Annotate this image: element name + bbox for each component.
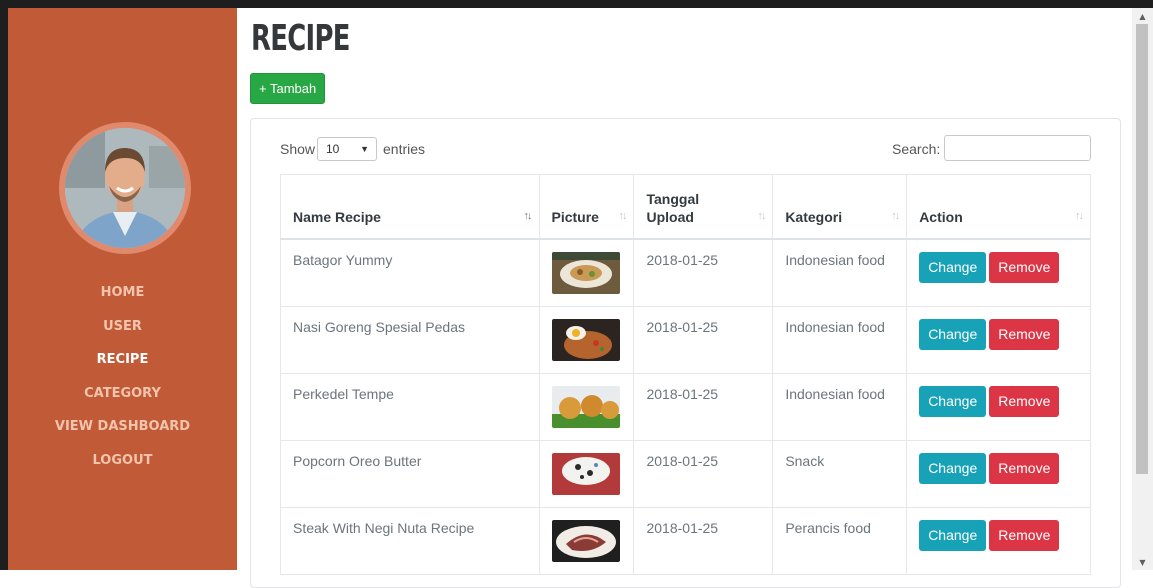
column-header-label: Name Recipe	[293, 208, 381, 225]
sidebar-nav: HOME USER RECIPE CATEGORY VIEW DASHBOARD…	[8, 276, 237, 477]
sidebar: HOME USER RECIPE CATEGORY VIEW DASHBOARD…	[8, 8, 237, 570]
cell-action: Change Remove	[906, 238, 1091, 307]
add-recipe-button[interactable]: + Tambah	[250, 73, 326, 104]
cell-category: Snack	[772, 439, 908, 508]
change-button[interactable]: Change	[919, 452, 987, 484]
avatar	[65, 128, 185, 248]
change-button[interactable]: Change	[919, 385, 987, 417]
cell-picture	[538, 372, 635, 441]
table-row: Nasi Goreng Spesial Pedas 2018-01-25 Ind…	[280, 305, 1091, 374]
column-header-label: Tanggal	[646, 190, 700, 207]
entries-select[interactable]: 10 ▼	[317, 137, 377, 161]
remove-button[interactable]: Remove	[989, 452, 1060, 484]
cell-date: 2018-01-25	[633, 439, 774, 508]
recipe-thumbnail	[551, 385, 620, 428]
page-title: RECIPE	[251, 18, 350, 59]
remove-button[interactable]: Remove	[989, 519, 1060, 551]
window-left-edge	[0, 8, 8, 570]
cell-category: Indonesian food	[772, 238, 908, 307]
sort-icon: ↑↓	[757, 209, 766, 222]
cell-action: Change Remove	[906, 305, 1091, 374]
cell-name: Nasi Goreng Spesial Pedas	[280, 305, 540, 374]
column-header-name-recipe[interactable]: Name Recipe ↑↓	[280, 174, 540, 240]
scroll-up-arrow-icon[interactable]: ▲	[1132, 10, 1153, 24]
table-row: Popcorn Oreo Butter 2018-01-25 Snack Cha…	[280, 439, 1091, 508]
remove-button[interactable]: Remove	[989, 251, 1060, 283]
change-button[interactable]: Change	[919, 519, 987, 551]
cell-date: 2018-01-25	[633, 372, 774, 441]
sidebar-item-recipe[interactable]: RECIPE	[8, 343, 237, 377]
sidebar-item-home[interactable]: HOME	[8, 276, 237, 310]
sidebar-item-view-dashboard[interactable]: VIEW DASHBOARD	[8, 410, 237, 444]
table-row: Batagor Yummy 2018-01-25 Indonesian food…	[280, 238, 1091, 307]
scroll-down-arrow-icon[interactable]: ▼	[1132, 556, 1153, 570]
cell-picture	[538, 305, 635, 374]
sidebar-item-logout[interactable]: LOGOUT	[8, 444, 237, 478]
cell-picture	[538, 506, 635, 575]
scrollbar-thumb[interactable]	[1136, 24, 1148, 474]
cell-category: Perancis food	[772, 506, 908, 575]
remove-button[interactable]: Remove	[989, 318, 1060, 350]
recipe-table: Name Recipe ↑↓ Picture ↑↓ Tanggal Upload…	[280, 174, 1091, 575]
column-header-kategori[interactable]: Kategori ↑↓	[772, 174, 908, 240]
recipe-thumbnail	[551, 251, 620, 294]
cell-date: 2018-01-25	[633, 238, 774, 307]
column-header-label: Action	[919, 208, 963, 225]
avatar-photo	[65, 128, 185, 248]
column-header-label: Kategori	[785, 208, 843, 225]
chevron-down-icon: ▼	[360, 144, 369, 154]
cell-name: Popcorn Oreo Butter	[280, 439, 540, 508]
search-label: Search:	[892, 141, 941, 157]
sidebar-item-category[interactable]: CATEGORY	[8, 377, 237, 411]
table-row: Perkedel Tempe 2018-01-25 Indonesian foo…	[280, 372, 1091, 441]
sort-icon: ↑↓	[1075, 209, 1084, 222]
avatar-ring	[59, 122, 191, 254]
recipe-thumbnail	[551, 519, 620, 562]
cell-action: Change Remove	[906, 439, 1091, 508]
cell-date: 2018-01-25	[633, 506, 774, 575]
entries-select-value: 10	[326, 142, 340, 156]
table-row: Steak With Negi Nuta Recipe 2018-01-25 P…	[280, 506, 1091, 575]
cell-picture	[538, 238, 635, 307]
column-header-picture[interactable]: Picture ↑↓	[538, 174, 635, 240]
window-top-bar	[0, 0, 1153, 8]
show-label: Show	[280, 141, 316, 157]
recipe-thumbnail	[551, 452, 620, 495]
cell-category: Indonesian food	[772, 372, 908, 441]
change-button[interactable]: Change	[919, 318, 987, 350]
table-header-row: Name Recipe ↑↓ Picture ↑↓ Tanggal Upload…	[280, 174, 1091, 240]
remove-button[interactable]: Remove	[989, 385, 1060, 417]
column-header-label: Picture	[551, 208, 599, 225]
recipe-thumbnail	[551, 318, 620, 361]
sort-icon: ↑↓	[618, 209, 627, 222]
sort-icon: ↑↓	[891, 209, 900, 222]
search-input[interactable]	[944, 135, 1091, 161]
column-header-action[interactable]: Action ↑↓	[906, 174, 1091, 240]
column-header-tanggal-upload[interactable]: Tanggal Upload ↑↓	[633, 174, 774, 240]
cell-action: Change Remove	[906, 506, 1091, 575]
entries-label: entries	[383, 141, 426, 157]
sort-icon: ↑↓	[523, 209, 533, 222]
cell-name: Steak With Negi Nuta Recipe	[280, 506, 540, 575]
cell-picture	[538, 439, 635, 508]
cell-date: 2018-01-25	[633, 305, 774, 374]
sidebar-item-user[interactable]: USER	[8, 310, 237, 344]
column-header-label-line2: Upload	[646, 208, 694, 225]
cell-category: Indonesian food	[772, 305, 908, 374]
cell-name: Batagor Yummy	[280, 238, 540, 307]
cell-name: Perkedel Tempe	[280, 372, 540, 441]
cell-action: Change Remove	[906, 372, 1091, 441]
change-button[interactable]: Change	[919, 251, 987, 283]
